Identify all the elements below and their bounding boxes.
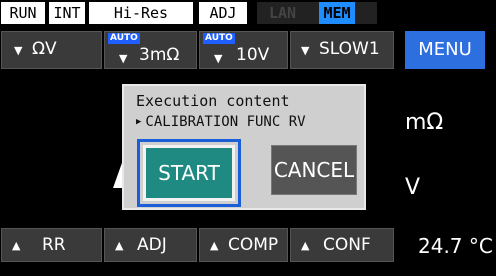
mem-indicator: MEM <box>319 2 355 24</box>
voltage-unit: V <box>405 175 421 200</box>
comp-key[interactable]: ▲ COMP <box>199 228 288 262</box>
triangle-right-icon: ▶ <box>136 117 142 127</box>
menu-button[interactable]: MENU <box>405 31 485 69</box>
resistance-unit: mΩ <box>405 110 444 135</box>
triangle-down-icon: ▼ <box>301 44 310 57</box>
triangle-down-icon: ▼ <box>214 52 223 65</box>
rr-key[interactable]: ▲ RR <box>1 228 102 262</box>
start-button[interactable]: START <box>143 145 235 201</box>
rr-label: RR <box>42 235 66 255</box>
triangle-up-icon: ▲ <box>301 239 310 252</box>
resistance-range-label: 3mΩ <box>139 45 180 65</box>
adj-indicator: ADJ <box>199 2 247 24</box>
triangle-up-icon: ▲ <box>12 239 21 252</box>
resistance-range-key[interactable]: AUTO ▼ 3mΩ <box>104 31 197 69</box>
speed-key[interactable]: ▼ SLOW1 <box>290 31 394 69</box>
adj-key[interactable]: ▲ ADJ <box>104 228 197 262</box>
triangle-down-icon: ▼ <box>14 44 23 57</box>
triangle-up-icon: ▲ <box>210 239 219 252</box>
conf-key[interactable]: ▲ CONF <box>290 228 394 262</box>
adj-label: ADJ <box>137 235 167 255</box>
status-bar: RUN INT Hi-Res ADJ LAN MEM <box>0 0 496 30</box>
dialog-function: CALIBRATION FUNC RV <box>145 114 306 130</box>
function-key[interactable]: ▼ ΩV <box>1 31 102 69</box>
dialog-function-line: ▶ CALIBRATION FUNC RV <box>136 114 306 130</box>
hires-indicator: Hi-Res <box>89 2 193 24</box>
triangle-down-icon: ▼ <box>119 52 128 65</box>
lan-indicator: LAN <box>269 4 297 22</box>
conf-label: CONF <box>323 235 371 255</box>
auto-badge: AUTO <box>108 33 140 44</box>
triangle-up-icon: ▲ <box>115 239 124 252</box>
dialog-title: Execution content <box>136 92 290 110</box>
instrument-screen: RUN INT Hi-Res ADJ LAN MEM ▼ ΩV AUTO ▼ 3… <box>0 0 496 276</box>
function-label: ΩV <box>32 39 57 59</box>
comp-label: COMP <box>228 235 279 255</box>
cancel-button[interactable]: CANCEL <box>271 145 357 195</box>
voltage-range-label: 10V <box>236 45 270 65</box>
speed-label: SLOW1 <box>319 39 380 59</box>
run-indicator: RUN <box>1 2 45 24</box>
voltage-range-key[interactable]: AUTO ▼ 10V <box>199 31 288 69</box>
network-status: LAN MEM <box>257 2 377 24</box>
auto-badge: AUTO <box>203 33 235 44</box>
int-indicator: INT <box>49 2 85 24</box>
temperature-readout: 24.7 °C <box>418 234 493 258</box>
